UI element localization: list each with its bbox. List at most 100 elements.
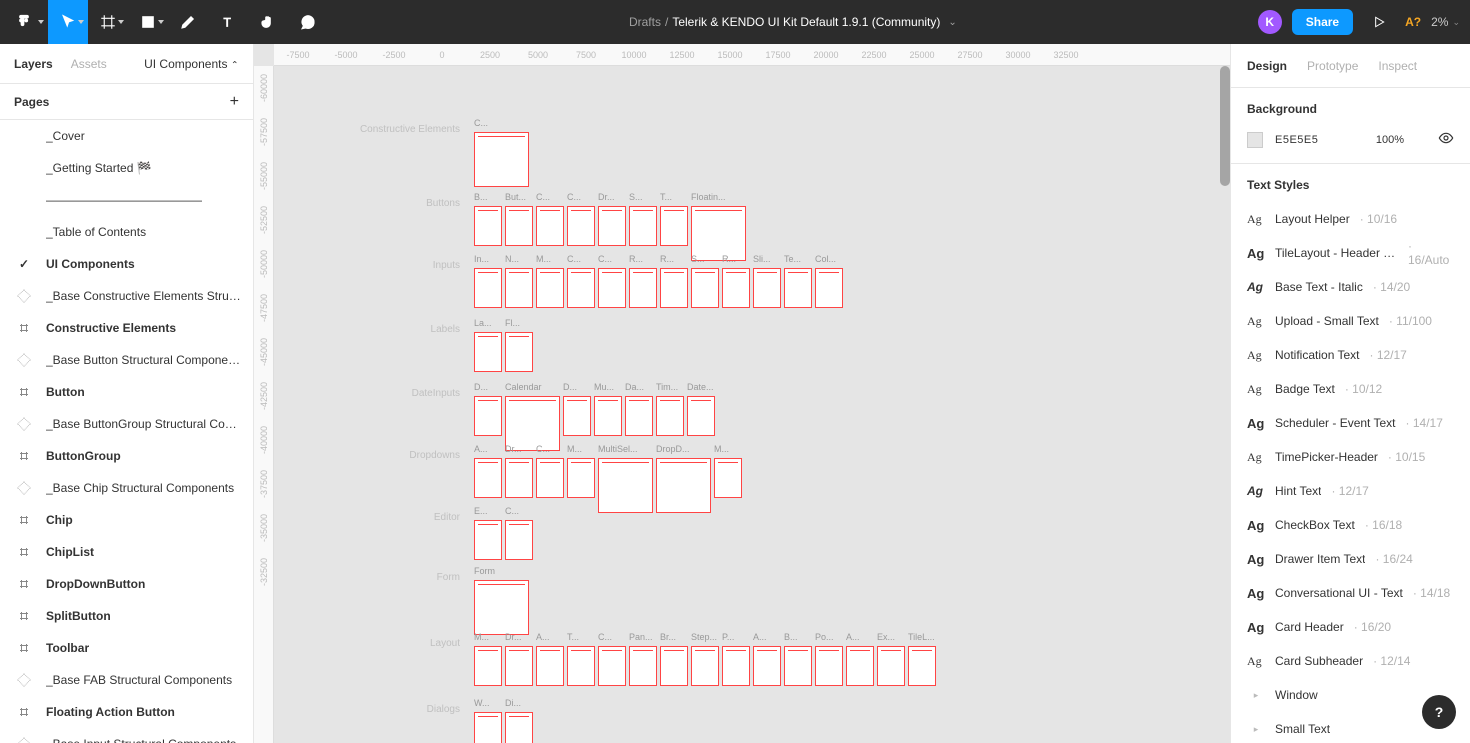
canvas-frame[interactable]: Ex... [877, 632, 905, 686]
frame-thumbnail[interactable] [474, 132, 529, 187]
frame-thumbnail[interactable] [660, 268, 688, 308]
file-breadcrumb[interactable]: Drafts / Telerik & KENDO UI Kit Default … [328, 15, 1258, 29]
frame-thumbnail[interactable] [505, 396, 560, 451]
text-style-row[interactable]: AgCheckBox Text · 16/18 [1231, 508, 1470, 542]
inspect-tab[interactable]: Inspect [1378, 59, 1417, 73]
frame-thumbnail[interactable] [474, 580, 529, 635]
frame-thumbnail[interactable] [474, 206, 502, 246]
frame-thumbnail[interactable] [598, 458, 653, 513]
canvas-frame[interactable]: B... [474, 192, 502, 261]
vertical-scrollbar[interactable] [1220, 66, 1230, 186]
frame-thumbnail[interactable] [815, 268, 843, 308]
page-row[interactable]: ————————————— [0, 184, 253, 216]
frame-thumbnail[interactable] [784, 646, 812, 686]
canvas-frame[interactable]: La... [474, 318, 502, 372]
canvas-frame[interactable]: C... [505, 506, 533, 560]
canvas-frame[interactable]: M... [474, 632, 502, 686]
canvas-frame[interactable]: C... [567, 192, 595, 261]
frame-thumbnail[interactable] [846, 646, 874, 686]
page-row[interactable]: Chip [0, 504, 253, 536]
file-menu-chevron-icon[interactable]: ⌄ [948, 17, 956, 28]
canvas-frame[interactable]: Di... [505, 698, 533, 743]
frame-thumbnail[interactable] [474, 458, 502, 498]
frame-tool-button[interactable] [88, 0, 128, 44]
frame-thumbnail[interactable] [656, 458, 711, 513]
canvas-frame[interactable]: But... [505, 192, 533, 261]
canvas-frame[interactable]: In... [474, 254, 502, 308]
frame-thumbnail[interactable] [722, 646, 750, 686]
page-row[interactable]: _Base ButtonGroup Structural Compo... [0, 408, 253, 440]
canvas-frame[interactable]: C... [598, 254, 626, 308]
text-style-row[interactable]: AgHint Text · 12/17 [1231, 474, 1470, 508]
frame-thumbnail[interactable] [563, 396, 591, 436]
page-row[interactable]: _Base Constructive Elements Structu... [0, 280, 253, 312]
canvas-frame[interactable]: C... [536, 192, 564, 261]
canvas-frame[interactable]: R... [722, 254, 750, 308]
canvas-frame[interactable]: S... [691, 254, 719, 308]
pen-tool-button[interactable] [168, 0, 208, 44]
text-style-row[interactable]: AgLayout Helper · 10/16 [1231, 202, 1470, 236]
canvas-frame[interactable]: Pan... [629, 632, 657, 686]
text-style-row[interactable]: AgTimePicker-Header · 10/15 [1231, 440, 1470, 474]
page-row[interactable]: SplitButton [0, 600, 253, 632]
zoom-dropdown[interactable]: 2% ⌄ [1431, 15, 1460, 29]
canvas-frame[interactable]: Step... [691, 632, 719, 686]
canvas-frame[interactable]: Dr... [598, 192, 626, 261]
frame-thumbnail[interactable] [474, 520, 502, 560]
frame-thumbnail[interactable] [625, 396, 653, 436]
text-style-row[interactable]: AgBadge Text · 10/12 [1231, 372, 1470, 406]
page-row[interactable]: _Getting Started 🏁 [0, 152, 253, 184]
page-row[interactable]: _Base Input Structural Components [0, 728, 253, 743]
page-row[interactable]: Button [0, 376, 253, 408]
text-style-row[interactable]: AgScheduler - Event Text · 14/17 [1231, 406, 1470, 440]
frame-thumbnail[interactable] [536, 268, 564, 308]
frame-thumbnail[interactable] [505, 268, 533, 308]
frame-thumbnail[interactable] [908, 646, 936, 686]
canvas-frame[interactable]: M... [567, 444, 595, 513]
text-style-row[interactable]: AgDrawer Item Text · 16/24 [1231, 542, 1470, 576]
canvas-frame[interactable]: P... [722, 632, 750, 686]
visibility-toggle-icon[interactable] [1438, 130, 1454, 149]
canvas-frame[interactable]: N... [505, 254, 533, 308]
canvas-frame[interactable]: Da... [625, 382, 653, 451]
canvas-frame[interactable]: Col... [815, 254, 843, 308]
frame-thumbnail[interactable] [474, 712, 502, 743]
canvas-frame[interactable]: C... [536, 444, 564, 513]
canvas-frame[interactable]: A... [846, 632, 874, 686]
frame-thumbnail[interactable] [660, 646, 688, 686]
design-tab[interactable]: Design [1247, 59, 1287, 73]
frame-thumbnail[interactable] [474, 646, 502, 686]
page-row[interactable]: _Base FAB Structural Components [0, 664, 253, 696]
canvas-frame[interactable]: Br... [660, 632, 688, 686]
frame-thumbnail[interactable] [505, 332, 533, 372]
frame-thumbnail[interactable] [660, 206, 688, 246]
text-style-row[interactable]: AgCard Subheader · 12/14 [1231, 644, 1470, 678]
frame-thumbnail[interactable] [877, 646, 905, 686]
shape-tool-button[interactable] [128, 0, 168, 44]
frame-thumbnail[interactable] [629, 268, 657, 308]
text-style-row[interactable]: AgTileLayout - Header Text · 16/Auto [1231, 236, 1470, 270]
frame-thumbnail[interactable] [536, 206, 564, 246]
frame-thumbnail[interactable] [474, 268, 502, 308]
frame-thumbnail[interactable] [567, 646, 595, 686]
frame-thumbnail[interactable] [567, 458, 595, 498]
move-tool-button[interactable] [48, 0, 88, 44]
text-styles-list[interactable]: AgLayout Helper · 10/16AgTileLayout - He… [1231, 202, 1470, 743]
canvas-frame[interactable]: Po... [815, 632, 843, 686]
frame-thumbnail[interactable] [536, 646, 564, 686]
frame-thumbnail[interactable] [753, 646, 781, 686]
frame-thumbnail[interactable] [691, 646, 719, 686]
canvas-frame[interactable]: DropD... [656, 444, 711, 513]
text-style-row[interactable]: AgCard Header · 16/20 [1231, 610, 1470, 644]
page-row[interactable]: ChipList [0, 536, 253, 568]
page-row[interactable]: Constructive Elements [0, 312, 253, 344]
canvas-frame[interactable]: Fl... [505, 318, 533, 372]
frame-thumbnail[interactable] [505, 646, 533, 686]
canvas-frame[interactable]: T... [660, 192, 688, 261]
canvas-frame[interactable]: E... [474, 506, 502, 560]
frame-thumbnail[interactable] [567, 206, 595, 246]
frame-thumbnail[interactable] [474, 332, 502, 372]
frame-thumbnail[interactable] [714, 458, 742, 498]
a11y-indicator[interactable]: A? [1405, 15, 1421, 29]
canvas-frame[interactable]: A... [536, 632, 564, 686]
